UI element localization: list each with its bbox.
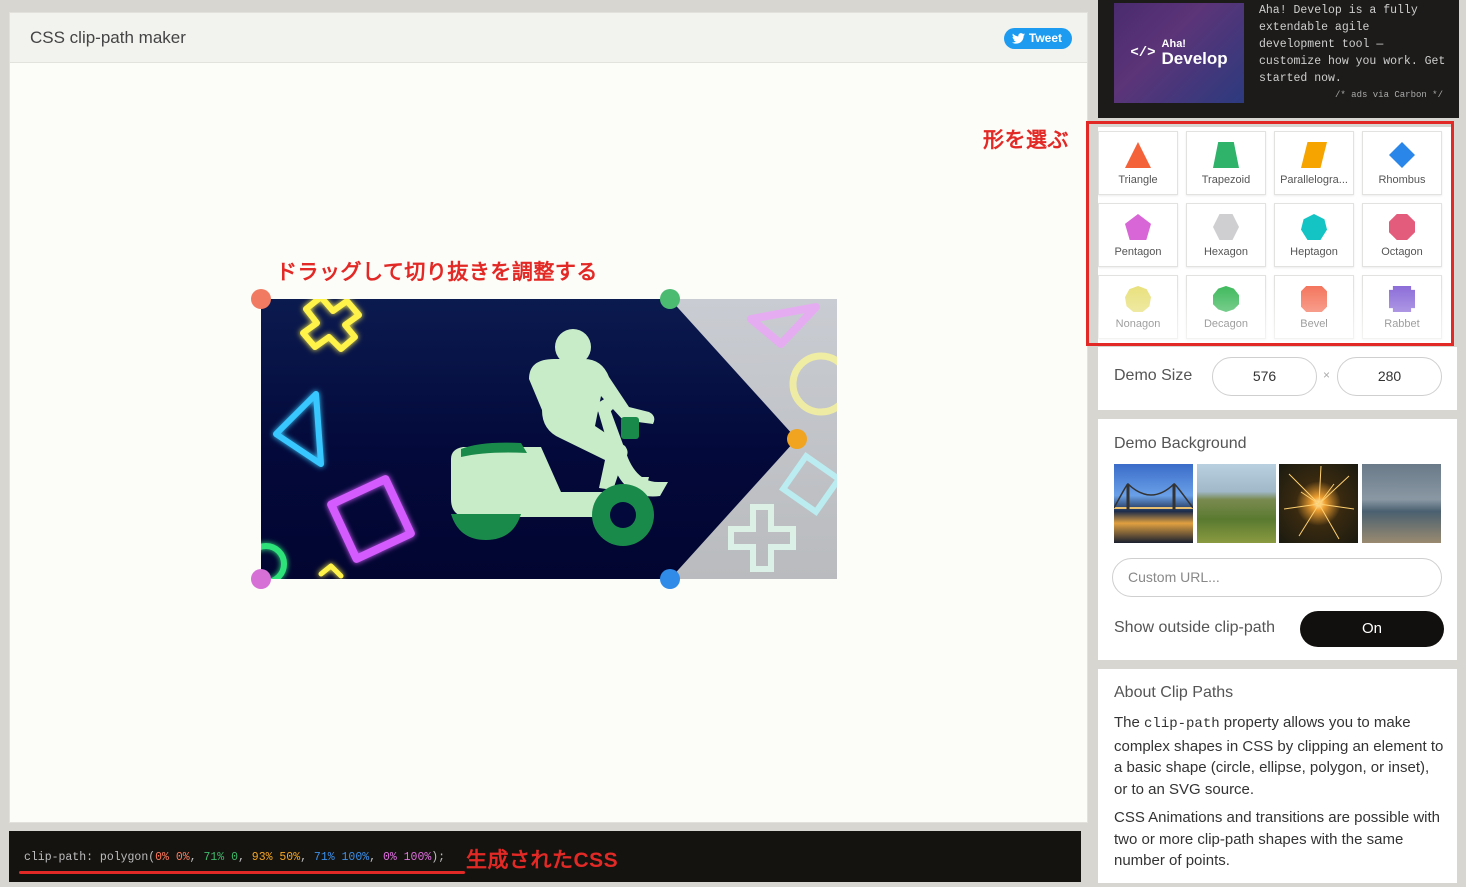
nonagon-shape-icon — [1125, 286, 1151, 312]
about-text: The — [1114, 714, 1145, 731]
shape-label: Rabbet — [1384, 318, 1420, 330]
ad-logo-big: Develop — [1161, 49, 1228, 68]
demo-background-label: Demo Background — [1114, 435, 1247, 452]
shape-trapezoid-button[interactable]: Trapezoid — [1186, 131, 1266, 195]
scooter-icon — [451, 329, 668, 546]
parallelogra-shape-icon — [1301, 142, 1327, 168]
show-outside-label: Show outside clip-path — [1114, 619, 1275, 636]
about-body: The clip-path property allows you to mak… — [1114, 712, 1444, 879]
size-separator: × — [1323, 368, 1331, 382]
shape-triangle-button[interactable]: Triangle — [1098, 131, 1178, 195]
rhombus-shape-icon — [1389, 142, 1415, 168]
hexagon-shape-icon — [1213, 214, 1239, 240]
css-point: 71% 0 — [203, 851, 238, 864]
shape-label: Nonagon — [1115, 318, 1161, 330]
about-paragraph-1: The clip-path property allows you to mak… — [1114, 712, 1444, 800]
shape-label: Decagon — [1203, 318, 1249, 330]
shape-label: Rhombus — [1378, 174, 1426, 186]
shape-label: Parallelogra... — [1280, 174, 1348, 186]
ad-text[interactable]: Aha! Develop is a fully extendable agile… — [1259, 2, 1451, 87]
decagon-shape-icon — [1213, 286, 1239, 312]
css-code[interactable]: clip-path: polygon(0% 0%, 71% 0, 93% 50%… — [24, 851, 445, 864]
shape-label: Heptagon — [1290, 246, 1338, 258]
handle-bottom-left[interactable] — [251, 569, 271, 589]
about-title: About Clip Paths — [1114, 684, 1234, 701]
editor-header: CSS clip-path maker Tweet — [10, 13, 1087, 63]
about-card: About Clip Paths The clip-path property … — [1098, 669, 1457, 883]
rabbet-shape-icon — [1389, 286, 1415, 312]
background-thumb-sparkler[interactable] — [1279, 464, 1358, 543]
shape-label: Trapezoid — [1201, 174, 1251, 186]
about-paragraph-2: CSS Animations and transitions are possi… — [1114, 809, 1441, 869]
generated-css-annotation: 生成されたCSS — [466, 849, 619, 872]
shape-pentagon-button[interactable]: Pentagon — [1098, 203, 1178, 267]
css-point: 93% 50% — [251, 851, 301, 864]
shape-rabbet-button[interactable]: Rabbet — [1362, 275, 1442, 339]
ad-logo: Aha! Develop — [1161, 39, 1228, 68]
css-point: 71% 100% — [313, 851, 370, 864]
drag-annotation: ドラッグして切り抜きを調整する — [276, 261, 598, 284]
css-point: 0% 100% — [382, 851, 432, 864]
shape-nonagon-button[interactable]: Nonagon — [1098, 275, 1178, 339]
ad-image[interactable]: </> Aha! Develop — [1114, 3, 1244, 103]
clip-path-code: clip-path — [1144, 716, 1220, 732]
shape-label: Triangle — [1118, 174, 1158, 186]
bevel-shape-icon — [1301, 286, 1327, 312]
heptagon-shape-icon — [1301, 214, 1327, 240]
demo-width-input[interactable]: 576 — [1212, 357, 1317, 396]
shape-octagon-button[interactable]: Octagon — [1362, 203, 1442, 267]
shape-label: Bevel — [1300, 318, 1328, 330]
handle-top-right[interactable] — [659, 289, 680, 309]
tweet-label: Tweet — [1028, 31, 1062, 45]
css-point: 0% 0% — [155, 851, 190, 864]
demo-height-input[interactable]: 280 — [1337, 357, 1442, 396]
shape-rhombus-button[interactable]: Rhombus — [1362, 131, 1442, 195]
background-thumb-hills[interactable] — [1197, 464, 1276, 543]
demo-background-card: Demo Background Custom URL... Show outsi… — [1098, 419, 1457, 660]
clip-demo-image — [251, 289, 837, 589]
demo-size-card: Demo Size 576 × 280 — [1098, 347, 1457, 410]
pentagon-shape-icon — [1125, 214, 1151, 240]
show-outside-toggle[interactable]: On — [1300, 611, 1444, 647]
choose-shape-annotation: 形を選ぶ — [983, 129, 1069, 152]
css-function: polygon( — [99, 851, 156, 864]
shape-hexagon-button[interactable]: Hexagon — [1186, 203, 1266, 267]
handle-right-point[interactable] — [786, 429, 807, 449]
css-close: ); — [431, 851, 446, 864]
page-title: CSS clip-path maker — [30, 28, 186, 47]
handle-bottom-right[interactable] — [659, 569, 680, 589]
background-thumb-bridge[interactable] — [1114, 464, 1193, 543]
custom-url-input[interactable]: Custom URL... — [1112, 558, 1442, 597]
css-underline — [19, 871, 465, 874]
css-property: clip-path: — [24, 851, 94, 864]
tweet-button[interactable]: Tweet — [1003, 28, 1072, 49]
octagon-shape-icon — [1389, 214, 1415, 240]
handle-top-left[interactable] — [251, 289, 271, 309]
shape-bevel-button[interactable]: Bevel — [1274, 275, 1354, 339]
shape-decagon-button[interactable]: Decagon — [1186, 275, 1266, 339]
css-points: 0% 0%, 71% 0, 93% 50%, 71% 100%, 0% 100% — [155, 851, 432, 864]
carbon-ad[interactable]: </> Aha! Develop Aha! Develop is a fully… — [1098, 0, 1459, 118]
code-brackets-icon: </> — [1130, 45, 1156, 61]
shape-grid: Triangle Trapezoid Parallelogra... Rhombus P… — [1098, 131, 1442, 339]
twitter-bird-icon — [1011, 33, 1025, 44]
ad-via-carbon[interactable]: /* ads via Carbon */ — [1335, 90, 1443, 100]
shape-label: Octagon — [1381, 246, 1423, 258]
demo-size-label: Demo Size — [1114, 367, 1193, 384]
shape-label: Hexagon — [1203, 246, 1249, 258]
shape-label: Pentagon — [1114, 246, 1162, 258]
triangle-shape-icon — [1125, 142, 1151, 168]
background-thumb-beach[interactable] — [1362, 464, 1441, 543]
shape-picker: Triangle Trapezoid Parallelogra... Rhombus P… — [1098, 127, 1451, 344]
shape-heptagon-button[interactable]: Heptagon — [1274, 203, 1354, 267]
trapezoid-shape-icon — [1213, 142, 1239, 168]
shape-parallelogra-button[interactable]: Parallelogra... — [1274, 131, 1354, 195]
